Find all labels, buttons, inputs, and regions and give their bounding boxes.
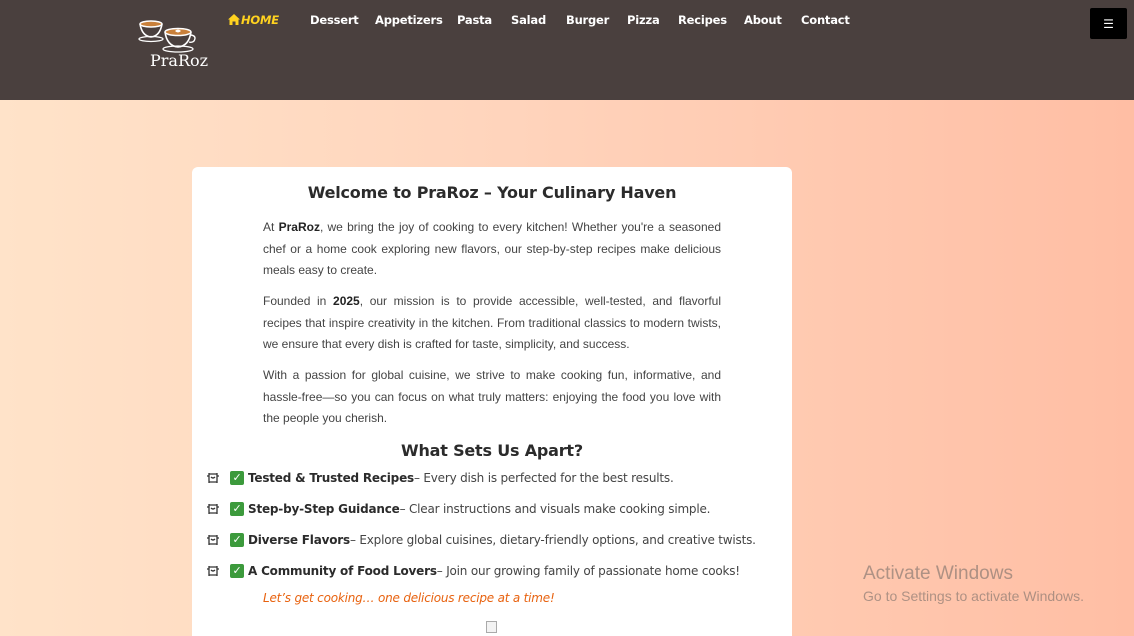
feature-item: ✓ Diverse Flavors – Explore global cuisin…	[206, 532, 756, 548]
brand-name[interactable]: PraRoz	[150, 51, 208, 70]
broken-image-icon	[486, 621, 497, 633]
nav-pizza[interactable]: Pizza	[627, 13, 660, 27]
home-icon	[228, 14, 240, 25]
intro-paragraph-2: Founded in 2025, our mission is to provi…	[263, 294, 722, 351]
intro-paragraph-3: With a passion for global cuisine, we st…	[263, 368, 721, 425]
activate-windows-subtitle: Go to Settings to activate Windows.	[863, 588, 1084, 604]
about-card: Welcome to PraRoz – Your Culinary Haven …	[192, 167, 792, 636]
feature-item: ✓ A Community of Food Lovers – Join our g…	[206, 563, 740, 579]
check-icon: ✓	[230, 533, 244, 547]
intro-title: Welcome to PraRoz – Your Culinary Haven	[307, 183, 677, 202]
intro-paragraph-1: At PraRoz, we bring the joy of cooking t…	[263, 220, 721, 277]
cooking-pot-icon	[207, 535, 219, 545]
nav-recipes[interactable]: Recipes	[678, 13, 727, 27]
nav-pasta[interactable]: Pasta	[457, 13, 492, 27]
nav-about[interactable]: About	[744, 13, 782, 27]
nav-contact[interactable]: Contact	[801, 13, 850, 27]
check-icon: ✓	[230, 564, 244, 578]
cooking-pot-icon	[207, 566, 219, 576]
hamburger-icon: ☰	[1103, 16, 1114, 31]
check-icon: ✓	[230, 471, 244, 485]
nav-dessert[interactable]: Dessert	[310, 13, 359, 27]
feature-item: ✓ Tested & Trusted Recipes – Every dish i…	[206, 470, 674, 486]
nav-home[interactable]: HOME	[228, 13, 279, 27]
nav-salad[interactable]: Salad	[511, 13, 546, 27]
nav-burger[interactable]: Burger	[566, 13, 609, 27]
check-icon: ✓	[230, 502, 244, 516]
nav-home-label: HOME	[241, 13, 279, 27]
feature-item: ✓ Step-by-Step Guidance – Clear instructi…	[206, 501, 710, 517]
tagline: Let’s get cooking… one delicious recipe …	[263, 591, 555, 605]
cooking-pot-icon	[207, 473, 219, 483]
apart-title: What Sets Us Apart?	[401, 441, 583, 460]
hamburger-menu-button[interactable]: ☰	[1090, 8, 1127, 39]
site-header: PraRoz HOME Dessert Appetizers Pasta Sal…	[0, 0, 1134, 100]
cooking-pot-icon	[207, 504, 219, 514]
activate-windows-title: Activate Windows	[863, 563, 1013, 584]
nav-appetizers[interactable]: Appetizers	[375, 13, 443, 27]
